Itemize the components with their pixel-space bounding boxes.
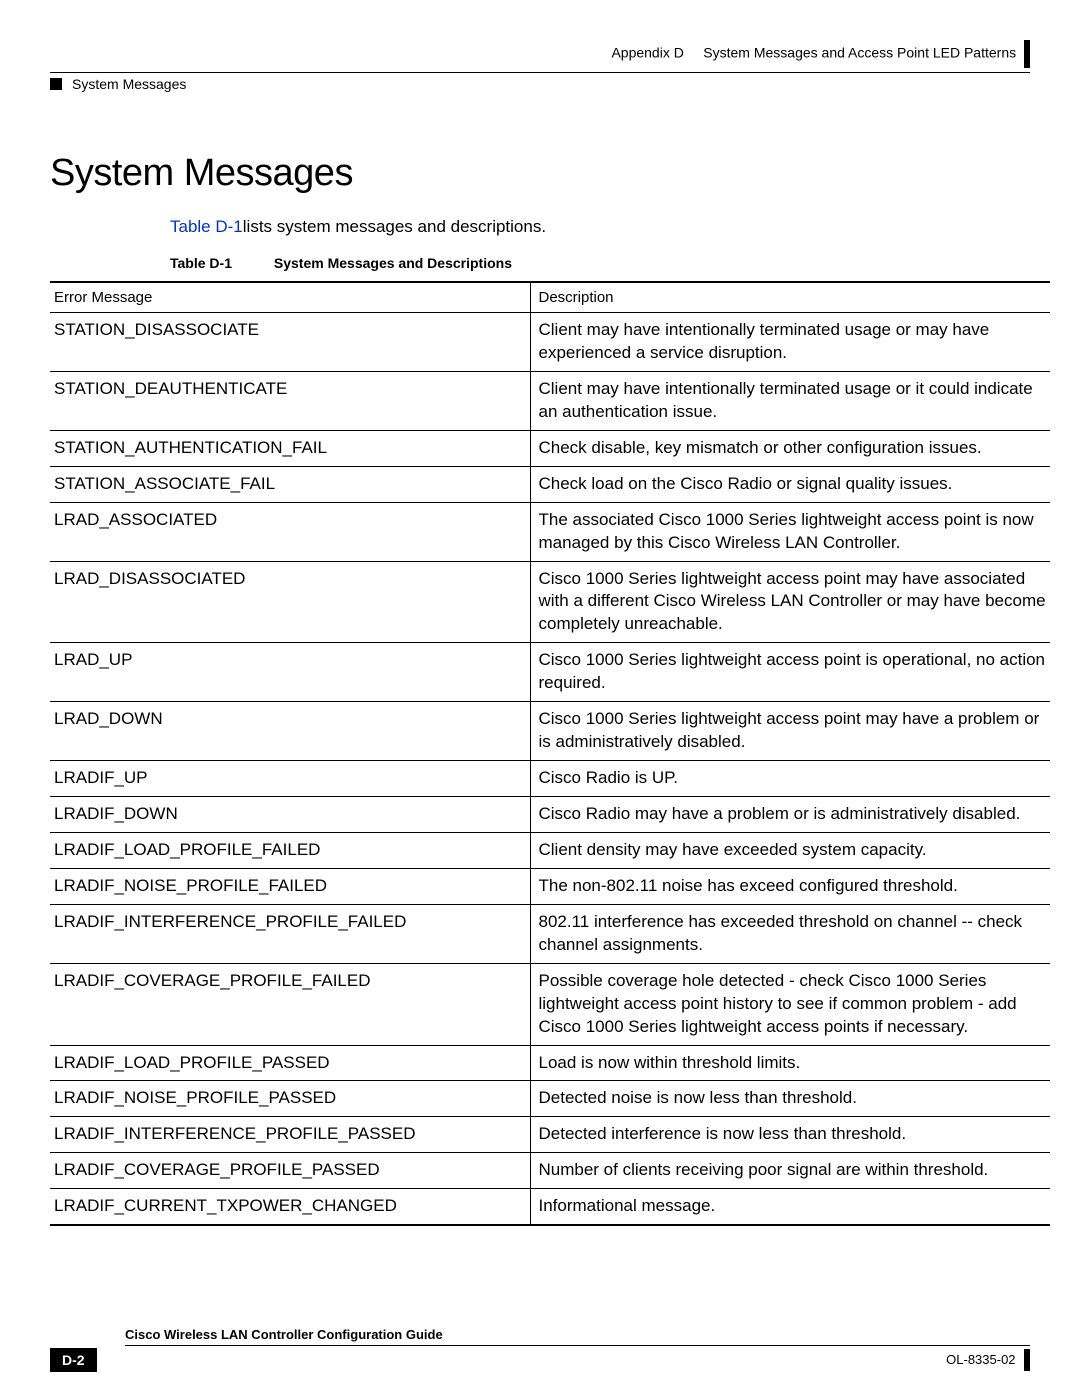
error-message-cell: LRADIF_NOISE_PROFILE_FAILED (50, 868, 530, 904)
error-message-cell: STATION_AUTHENTICATION_FAIL (50, 430, 530, 466)
description-cell: Cisco 1000 Series lightweight access poi… (530, 702, 1050, 761)
table-row: LRADIF_NOISE_PROFILE_PASSEDDetected nois… (50, 1081, 1050, 1117)
table-row: LRADIF_DOWNCisco Radio may have a proble… (50, 797, 1050, 833)
table-caption-label: Table D-1 (170, 255, 270, 271)
description-cell: Cisco 1000 Series lightweight access poi… (530, 643, 1050, 702)
table-caption: Table D-1 System Messages and Descriptio… (170, 255, 1030, 271)
description-cell: Informational message. (530, 1189, 1050, 1225)
error-message-cell: LRADIF_DOWN (50, 797, 530, 833)
table-ref-link[interactable]: Table D-1 (170, 217, 243, 236)
table-row: LRADIF_CURRENT_TXPOWER_CHANGEDInformatio… (50, 1189, 1050, 1225)
error-message-cell: STATION_DEAUTHENTICATE (50, 371, 530, 430)
error-message-cell: STATION_DISASSOCIATE (50, 313, 530, 372)
header-marker-icon (1024, 40, 1030, 68)
table-row: STATION_DISASSOCIATEClient may have inte… (50, 313, 1050, 372)
table-row: LRADIF_LOAD_PROFILE_FAILEDClient density… (50, 832, 1050, 868)
error-message-cell: LRAD_DISASSOCIATED (50, 561, 530, 643)
footer-marker-icon (1024, 1349, 1030, 1371)
table-row: STATION_DEAUTHENTICATEClient may have in… (50, 371, 1050, 430)
header-bottom: System Messages (50, 76, 1030, 92)
table-caption-title: System Messages and Descriptions (274, 255, 512, 271)
description-cell: Possible coverage hole detected - check … (530, 963, 1050, 1045)
header-description: Description (530, 282, 1050, 313)
messages-table: Error Message Description STATION_DISASS… (50, 281, 1050, 1226)
error-message-cell: LRADIF_LOAD_PROFILE_FAILED (50, 832, 530, 868)
error-message-cell: LRADIF_NOISE_PROFILE_PASSED (50, 1081, 530, 1117)
description-cell: Detected interference is now less than t… (530, 1117, 1050, 1153)
description-cell: Cisco 1000 Series lightweight access poi… (530, 561, 1050, 643)
table-row: LRADIF_INTERFERENCE_PROFILE_FAILED802.11… (50, 904, 1050, 963)
intro-text: Table D-1lists system messages and descr… (170, 217, 1030, 237)
appendix-title: System Messages and Access Point LED Pat… (703, 45, 1016, 61)
error-message-cell: STATION_ASSOCIATE_FAIL (50, 466, 530, 502)
section-marker-icon (50, 78, 62, 90)
table-row: LRAD_DOWNCisco 1000 Series lightweight a… (50, 702, 1050, 761)
description-cell: Cisco Radio may have a problem or is adm… (530, 797, 1050, 833)
description-cell: Client may have intentionally terminated… (530, 313, 1050, 372)
header-error: Error Message (50, 282, 530, 313)
error-message-cell: LRAD_ASSOCIATED (50, 502, 530, 561)
page-number: D-2 (50, 1348, 97, 1372)
header-top: Appendix D System Messages and Access Po… (50, 40, 1030, 68)
error-message-cell: LRADIF_UP (50, 761, 530, 797)
error-message-cell: LRAD_DOWN (50, 702, 530, 761)
footer-bottom: D-2 OL-8335-02 (50, 1348, 1030, 1372)
footer-guide-title: Cisco Wireless LAN Controller Configurat… (125, 1327, 1030, 1346)
description-cell: Check load on the Cisco Radio or signal … (530, 466, 1050, 502)
table-row: LRADIF_COVERAGE_PROFILE_FAILEDPossible c… (50, 963, 1050, 1045)
header-divider (50, 72, 1030, 73)
description-cell: Cisco Radio is UP. (530, 761, 1050, 797)
description-cell: Detected noise is now less than threshol… (530, 1081, 1050, 1117)
error-message-cell: LRADIF_LOAD_PROFILE_PASSED (50, 1045, 530, 1081)
table-row: STATION_ASSOCIATE_FAILCheck load on the … (50, 466, 1050, 502)
description-cell: Check disable, key mismatch or other con… (530, 430, 1050, 466)
error-message-cell: LRADIF_INTERFERENCE_PROFILE_PASSED (50, 1117, 530, 1153)
error-message-cell: LRAD_UP (50, 643, 530, 702)
table-row: LRADIF_INTERFERENCE_PROFILE_PASSEDDetect… (50, 1117, 1050, 1153)
table-header-row: Error Message Description (50, 282, 1050, 313)
error-message-cell: LRADIF_CURRENT_TXPOWER_CHANGED (50, 1189, 530, 1225)
document-page: Appendix D System Messages and Access Po… (0, 0, 1080, 1397)
description-cell: 802.11 interference has exceeded thresho… (530, 904, 1050, 963)
table-row: STATION_AUTHENTICATION_FAILCheck disable… (50, 430, 1050, 466)
description-cell: Load is now within threshold limits. (530, 1045, 1050, 1081)
description-cell: Client density may have exceeded system … (530, 832, 1050, 868)
table-row: LRADIF_UPCisco Radio is UP. (50, 761, 1050, 797)
intro-suffix: lists system messages and descriptions. (243, 217, 546, 236)
page-footer: Cisco Wireless LAN Controller Configurat… (50, 1327, 1030, 1372)
error-message-cell: LRADIF_COVERAGE_PROFILE_FAILED (50, 963, 530, 1045)
table-row: LRADIF_NOISE_PROFILE_FAILEDThe non-802.1… (50, 868, 1050, 904)
footer-right: OL-8335-02 (946, 1349, 1030, 1371)
table-row: LRADIF_LOAD_PROFILE_PASSEDLoad is now wi… (50, 1045, 1050, 1081)
description-cell: Client may have intentionally terminated… (530, 371, 1050, 430)
table-row: LRAD_UPCisco 1000 Series lightweight acc… (50, 643, 1050, 702)
page-title: System Messages (50, 152, 1030, 195)
description-cell: Number of clients receiving poor signal … (530, 1153, 1050, 1189)
table-row: LRAD_ASSOCIATEDThe associated Cisco 1000… (50, 502, 1050, 561)
table-row: LRAD_DISASSOCIATEDCisco 1000 Series ligh… (50, 561, 1050, 643)
appendix-label: Appendix D (611, 45, 683, 61)
description-cell: The non-802.11 noise has exceed configur… (530, 868, 1050, 904)
error-message-cell: LRADIF_COVERAGE_PROFILE_PASSED (50, 1153, 530, 1189)
header-right-text: Appendix D System Messages and Access Po… (611, 40, 1030, 68)
doc-id: OL-8335-02 (946, 1352, 1015, 1367)
description-cell: The associated Cisco 1000 Series lightwe… (530, 502, 1050, 561)
table-row: LRADIF_COVERAGE_PROFILE_PASSEDNumber of … (50, 1153, 1050, 1189)
section-label: System Messages (72, 76, 186, 92)
error-message-cell: LRADIF_INTERFERENCE_PROFILE_FAILED (50, 904, 530, 963)
